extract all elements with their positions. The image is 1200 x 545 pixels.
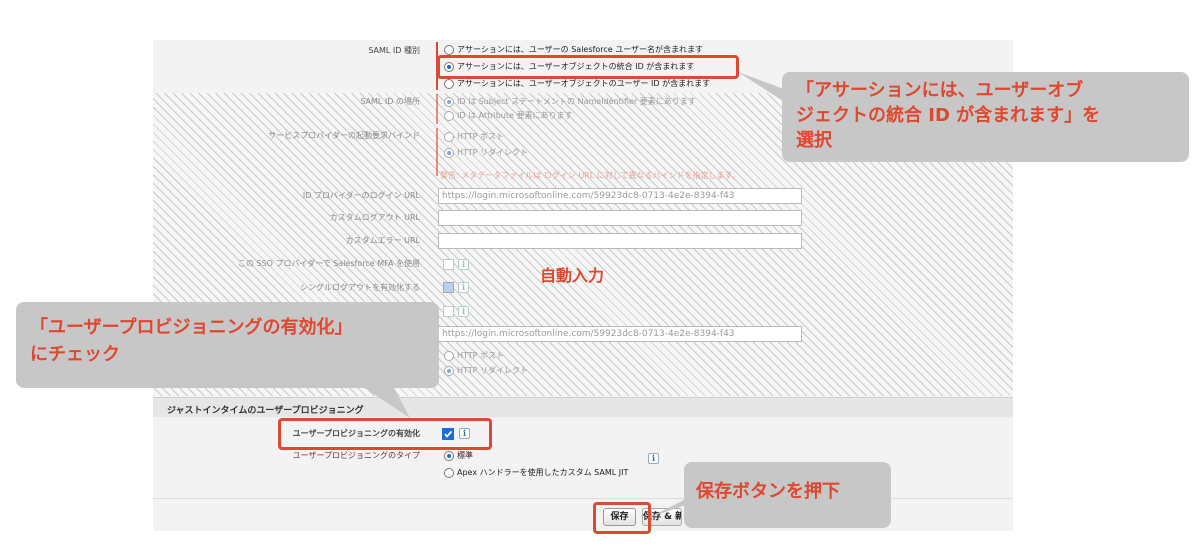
auto-fill-annotation: 自動入力 <box>540 266 605 285</box>
callout-select-federation-id: 「アサーションには、ユーザーオブ ジェクトの統合 ID が含まれます」を 選択 <box>782 72 1189 162</box>
callout-enable-jit: 「ユーザープロビジョニングの有効化」 にチェック <box>16 302 439 388</box>
callout-press-save: 保存ボタンを押下 <box>684 462 891 528</box>
